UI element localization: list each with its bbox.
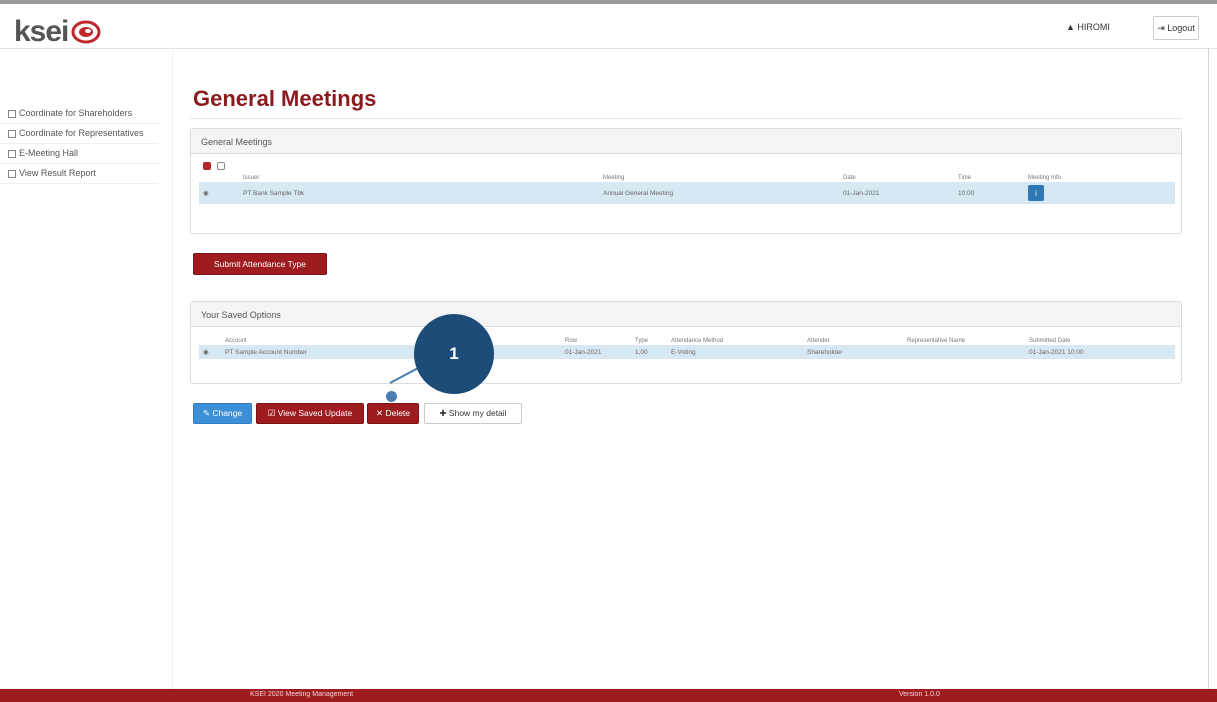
column-header[interactable]: Row [561, 335, 631, 345]
view-saved-update-button[interactable]: ☑ View Saved Update [256, 403, 364, 424]
cell-issuer: PT Bank Sample Tbk [239, 182, 599, 204]
sidebar-item-emeeting-hall[interactable]: E-Meeting Hall [0, 144, 158, 164]
sidebar-item-result-report[interactable]: View Result Report [0, 164, 158, 184]
table-row[interactable]: ◉ PT Bank Sample Tbk Annual General Meet… [199, 182, 1175, 204]
cell-representative [903, 345, 1025, 359]
callout-anchor-dot [386, 391, 397, 402]
page-title: General Meetings [193, 86, 377, 111]
row-radio[interactable]: ◉ [199, 345, 221, 359]
submit-attendance-button[interactable]: Submit Attendance Type [193, 253, 327, 275]
scrollbar-track[interactable] [1208, 48, 1209, 690]
column-header[interactable]: Meeting Info [1024, 172, 1175, 182]
checkbox-icon [8, 110, 16, 118]
checkbox-icon [8, 150, 16, 158]
saved-options-table: Account Row Type Attendance Method Atten… [199, 335, 1175, 359]
column-header[interactable]: Representative Name [903, 335, 1025, 345]
cell-time: 10:00 [954, 182, 1024, 204]
sidebar-item-label: Coordinate for Shareholders [19, 108, 133, 118]
saved-options-heading: Your Saved Options [191, 302, 1181, 327]
logo-mark-icon [71, 20, 101, 44]
cell-date: 01-Jan-2021 [839, 182, 954, 204]
column-header[interactable]: Submitted Date [1025, 335, 1175, 345]
sidebar-item-label: E-Meeting Hall [19, 148, 79, 158]
change-button[interactable]: ✎ Change [193, 403, 252, 424]
column-header[interactable]: Attender [803, 335, 903, 345]
content-divider [172, 48, 173, 690]
column-header[interactable]: Meeting [599, 172, 839, 182]
footer-copyright: KSEI 2020 Meeting Management [250, 691, 354, 698]
column-header[interactable]: Type [631, 335, 667, 345]
sidebar: Coordinate for Shareholders Coordinate f… [0, 104, 158, 184]
cell-method: E-Voting [667, 345, 803, 359]
delete-button[interactable]: ✕ Delete [367, 403, 419, 424]
column-header[interactable]: Account [221, 335, 561, 345]
header-divider [0, 48, 1217, 49]
cell-account: PT Sample Account Number [221, 345, 561, 359]
app-header: ksei ▲ HIROMI ⇥ Logout [0, 4, 1217, 48]
table-header-row: Account Row Type Attendance Method Atten… [199, 335, 1175, 345]
cell-meeting: Annual General Meeting [599, 182, 839, 204]
table-header-row: Issuer Meeting Date Time Meeting Info [199, 172, 1175, 182]
pdf-icon[interactable] [203, 162, 211, 170]
sidebar-item-label: View Result Report [19, 168, 96, 178]
footer-version: Version 1.0.0 [899, 691, 940, 698]
logout-button[interactable]: ⇥ Logout [1153, 16, 1199, 40]
table-row[interactable]: ◉ PT Sample Account Number 01-Jan-2021 1… [199, 345, 1175, 359]
title-divider [190, 118, 1182, 119]
table-toolbar [203, 160, 1181, 172]
meetings-panel-heading: General Meetings [191, 129, 1181, 154]
meetings-table: Issuer Meeting Date Time Meeting Info ◉ … [199, 172, 1175, 204]
user-menu[interactable]: ▲ HIROMI [1066, 22, 1110, 32]
saved-options-panel: Your Saved Options Account Row Type Atte… [190, 301, 1182, 384]
meeting-info-button[interactable]: i [1028, 185, 1044, 201]
cell-row: 01-Jan-2021 [561, 345, 631, 359]
column-header[interactable]: Attendance Method [667, 335, 803, 345]
checkbox-icon [8, 130, 16, 138]
sidebar-item-label: Coordinate for Representatives [19, 128, 144, 138]
step-callout: 1 [414, 314, 494, 394]
logo-text: ksei [14, 15, 69, 48]
column-header[interactable]: Issuer [239, 172, 599, 182]
sidebar-item-coordinate-shareholders[interactable]: Coordinate for Shareholders [0, 104, 158, 124]
show-detail-button[interactable]: ✚ Show my detail [424, 403, 522, 424]
cell-type: 1,00 [631, 345, 667, 359]
ksei-logo[interactable]: ksei [14, 14, 101, 50]
row-radio[interactable]: ◉ [199, 182, 239, 204]
cell-attender: Shareholder [803, 345, 903, 359]
meetings-panel: General Meetings Issuer Meeting Date Tim… [190, 128, 1182, 234]
sidebar-item-coordinate-representatives[interactable]: Coordinate for Representatives [0, 124, 158, 144]
checkbox-icon [8, 170, 16, 178]
print-icon[interactable] [217, 162, 225, 170]
column-header[interactable]: Time [954, 172, 1024, 182]
cell-submitted: 01-Jan-2021 10:00 [1025, 345, 1175, 359]
column-header[interactable]: Date [839, 172, 954, 182]
footer: KSEI 2020 Meeting Management Version 1.0… [0, 689, 1217, 702]
